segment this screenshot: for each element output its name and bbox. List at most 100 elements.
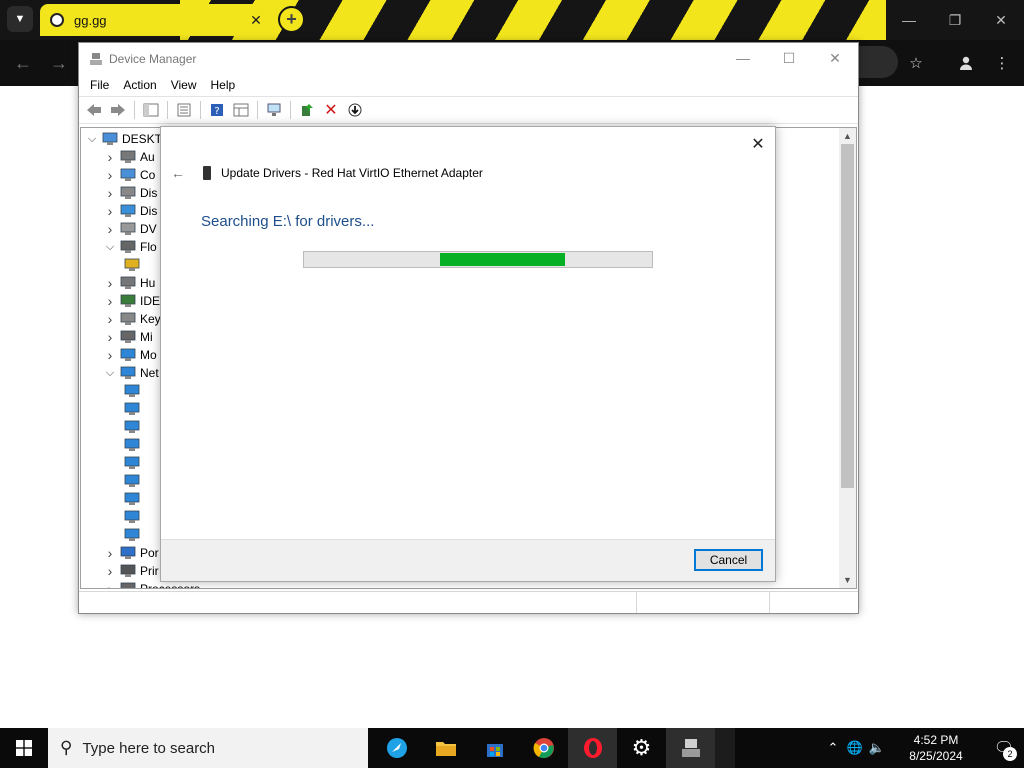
taskbar-app-file-explorer[interactable] bbox=[421, 728, 470, 768]
menu-action[interactable]: Action bbox=[116, 78, 163, 92]
show-hide-console-tree-icon[interactable] bbox=[140, 99, 162, 121]
chevron-up-icon[interactable]: ⌃ bbox=[822, 740, 844, 756]
new-tab-button[interactable]: + bbox=[278, 6, 305, 33]
tree-item[interactable]: › Mo bbox=[103, 346, 157, 364]
chevron-right-icon[interactable]: › bbox=[103, 203, 117, 219]
enable-device-icon[interactable] bbox=[344, 99, 366, 121]
taskbar-app-chrome[interactable] bbox=[519, 728, 568, 768]
scrollbar-thumb[interactable] bbox=[841, 144, 854, 488]
chevron-right-icon[interactable]: › bbox=[103, 167, 117, 183]
tree-item[interactable]: › Mi bbox=[103, 328, 153, 346]
back-arrow-icon[interactable]: ← bbox=[14, 53, 32, 74]
tree-item[interactable] bbox=[121, 508, 144, 526]
resources-view-icon[interactable] bbox=[230, 99, 252, 121]
taskbar-search-box[interactable]: ⚲ Type here to search bbox=[48, 728, 368, 768]
more-vert-icon[interactable]: ⋮ bbox=[991, 52, 1013, 74]
taskbar-app-store[interactable] bbox=[470, 728, 519, 768]
scan-hardware-icon[interactable] bbox=[263, 99, 285, 121]
tree-item[interactable]: › Co bbox=[103, 166, 156, 184]
network-adapter-icon bbox=[124, 402, 140, 416]
action-center-button[interactable]: 🗨 2 bbox=[984, 728, 1024, 768]
tree-item[interactable]: › Hu bbox=[103, 274, 156, 292]
chevron-right-icon[interactable]: › bbox=[103, 563, 117, 579]
chevron-right-icon[interactable]: › bbox=[103, 275, 117, 291]
minimize-icon[interactable]: — bbox=[720, 43, 766, 73]
tab-title: gg.gg bbox=[74, 12, 107, 28]
properties-icon[interactable] bbox=[173, 99, 195, 121]
tree-item[interactable] bbox=[121, 400, 144, 418]
chevron-right-icon[interactable]: › bbox=[103, 311, 117, 327]
profile-icon[interactable] bbox=[955, 52, 977, 74]
tree-item[interactable] bbox=[121, 418, 144, 436]
restore-icon[interactable]: ❐ bbox=[932, 0, 978, 40]
chevron-right-icon[interactable]: › bbox=[103, 293, 117, 309]
chevron-right-icon[interactable]: › bbox=[103, 329, 117, 345]
tree-item-label: Au bbox=[140, 150, 155, 164]
maximize-icon[interactable]: ☐ bbox=[766, 43, 812, 73]
taskbar-app-settings[interactable]: ⚙ bbox=[617, 728, 666, 768]
chevron-right-icon[interactable]: › bbox=[103, 221, 117, 237]
close-icon[interactable]: ✕ bbox=[747, 133, 769, 155]
tree-item[interactable]: › DV bbox=[103, 220, 157, 238]
chevron-down-icon[interactable]: ⌵ bbox=[103, 241, 117, 254]
tab-search-button[interactable]: ▼ bbox=[7, 6, 33, 32]
tree-item[interactable]: › IDE bbox=[103, 292, 160, 310]
chevron-down-icon[interactable]: ⌵ bbox=[103, 367, 117, 380]
tree-item[interactable] bbox=[121, 382, 144, 400]
tree-item[interactable] bbox=[121, 526, 144, 544]
chevron-down-icon[interactable]: ⌵ bbox=[85, 133, 99, 146]
taskbar-app-browser[interactable] bbox=[372, 728, 421, 768]
chevron-right-icon[interactable]: › bbox=[103, 185, 117, 201]
tree-item[interactable] bbox=[121, 256, 144, 274]
tree-item[interactable] bbox=[121, 490, 144, 508]
address-bar[interactable] bbox=[858, 46, 898, 78]
tree-item[interactable] bbox=[121, 472, 144, 490]
menu-view[interactable]: View bbox=[164, 78, 204, 92]
network-globe-icon[interactable]: 🌐 bbox=[844, 740, 866, 756]
tree-item[interactable] bbox=[121, 454, 144, 472]
close-icon[interactable]: ✕ bbox=[246, 10, 266, 30]
tree-item[interactable] bbox=[121, 436, 144, 454]
forward-arrow-icon[interactable] bbox=[107, 99, 129, 121]
scroll-down-icon[interactable]: ▼ bbox=[839, 572, 856, 588]
forward-arrow-icon[interactable]: → bbox=[50, 53, 68, 74]
help-icon[interactable]: ? bbox=[206, 99, 228, 121]
chevron-right-icon[interactable]: › bbox=[103, 149, 117, 165]
status-bar bbox=[79, 591, 858, 613]
back-arrow-icon[interactable]: ← bbox=[171, 165, 191, 181]
network-adapter-icon bbox=[124, 456, 140, 470]
tree-item[interactable]: › Au bbox=[103, 148, 155, 166]
update-driver-icon[interactable] bbox=[296, 99, 318, 121]
close-icon[interactable]: ✕ bbox=[978, 0, 1024, 40]
taskbar-app-device-manager[interactable] bbox=[666, 728, 715, 768]
cancel-button[interactable]: Cancel bbox=[694, 549, 763, 571]
start-button[interactable] bbox=[0, 728, 48, 768]
chevron-right-icon[interactable]: › bbox=[103, 581, 117, 588]
minimize-icon[interactable]: — bbox=[886, 0, 932, 40]
tree-item[interactable]: › Por bbox=[103, 544, 159, 562]
tree-item[interactable]: ⌵ Net bbox=[103, 364, 159, 382]
back-arrow-icon[interactable] bbox=[83, 99, 105, 121]
tree-item[interactable]: ⌵ DESKTO bbox=[85, 130, 171, 148]
tree-item[interactable]: ⌵ Flo bbox=[103, 238, 157, 256]
menu-file[interactable]: File bbox=[83, 78, 116, 92]
volume-icon[interactable]: 🔈 bbox=[866, 740, 888, 756]
tree-item[interactable]: › Dis bbox=[103, 202, 158, 220]
taskbar-app-opera[interactable] bbox=[568, 728, 617, 768]
clock[interactable]: 4:52 PM 8/25/2024 bbox=[896, 732, 976, 764]
scroll-up-icon[interactable]: ▲ bbox=[839, 128, 856, 144]
menu-help[interactable]: Help bbox=[204, 78, 243, 92]
uninstall-device-icon[interactable]: ✕ bbox=[320, 99, 342, 121]
chevron-right-icon[interactable]: › bbox=[103, 347, 117, 363]
network-adapter-icon bbox=[124, 474, 140, 488]
browser-tab[interactable]: gg.gg ✕ bbox=[40, 4, 272, 36]
computer-icon bbox=[102, 132, 118, 146]
tree-item[interactable]: › Key bbox=[103, 310, 161, 328]
tree-item[interactable]: › Prir bbox=[103, 562, 159, 580]
vertical-scrollbar[interactable]: ▲ ▼ bbox=[839, 128, 856, 588]
close-icon[interactable]: ✕ bbox=[812, 43, 858, 73]
tree-item[interactable]: › Dis bbox=[103, 184, 158, 202]
star-icon[interactable]: ☆ bbox=[905, 52, 927, 74]
progress-fill bbox=[440, 253, 565, 266]
chevron-right-icon[interactable]: › bbox=[103, 545, 117, 561]
